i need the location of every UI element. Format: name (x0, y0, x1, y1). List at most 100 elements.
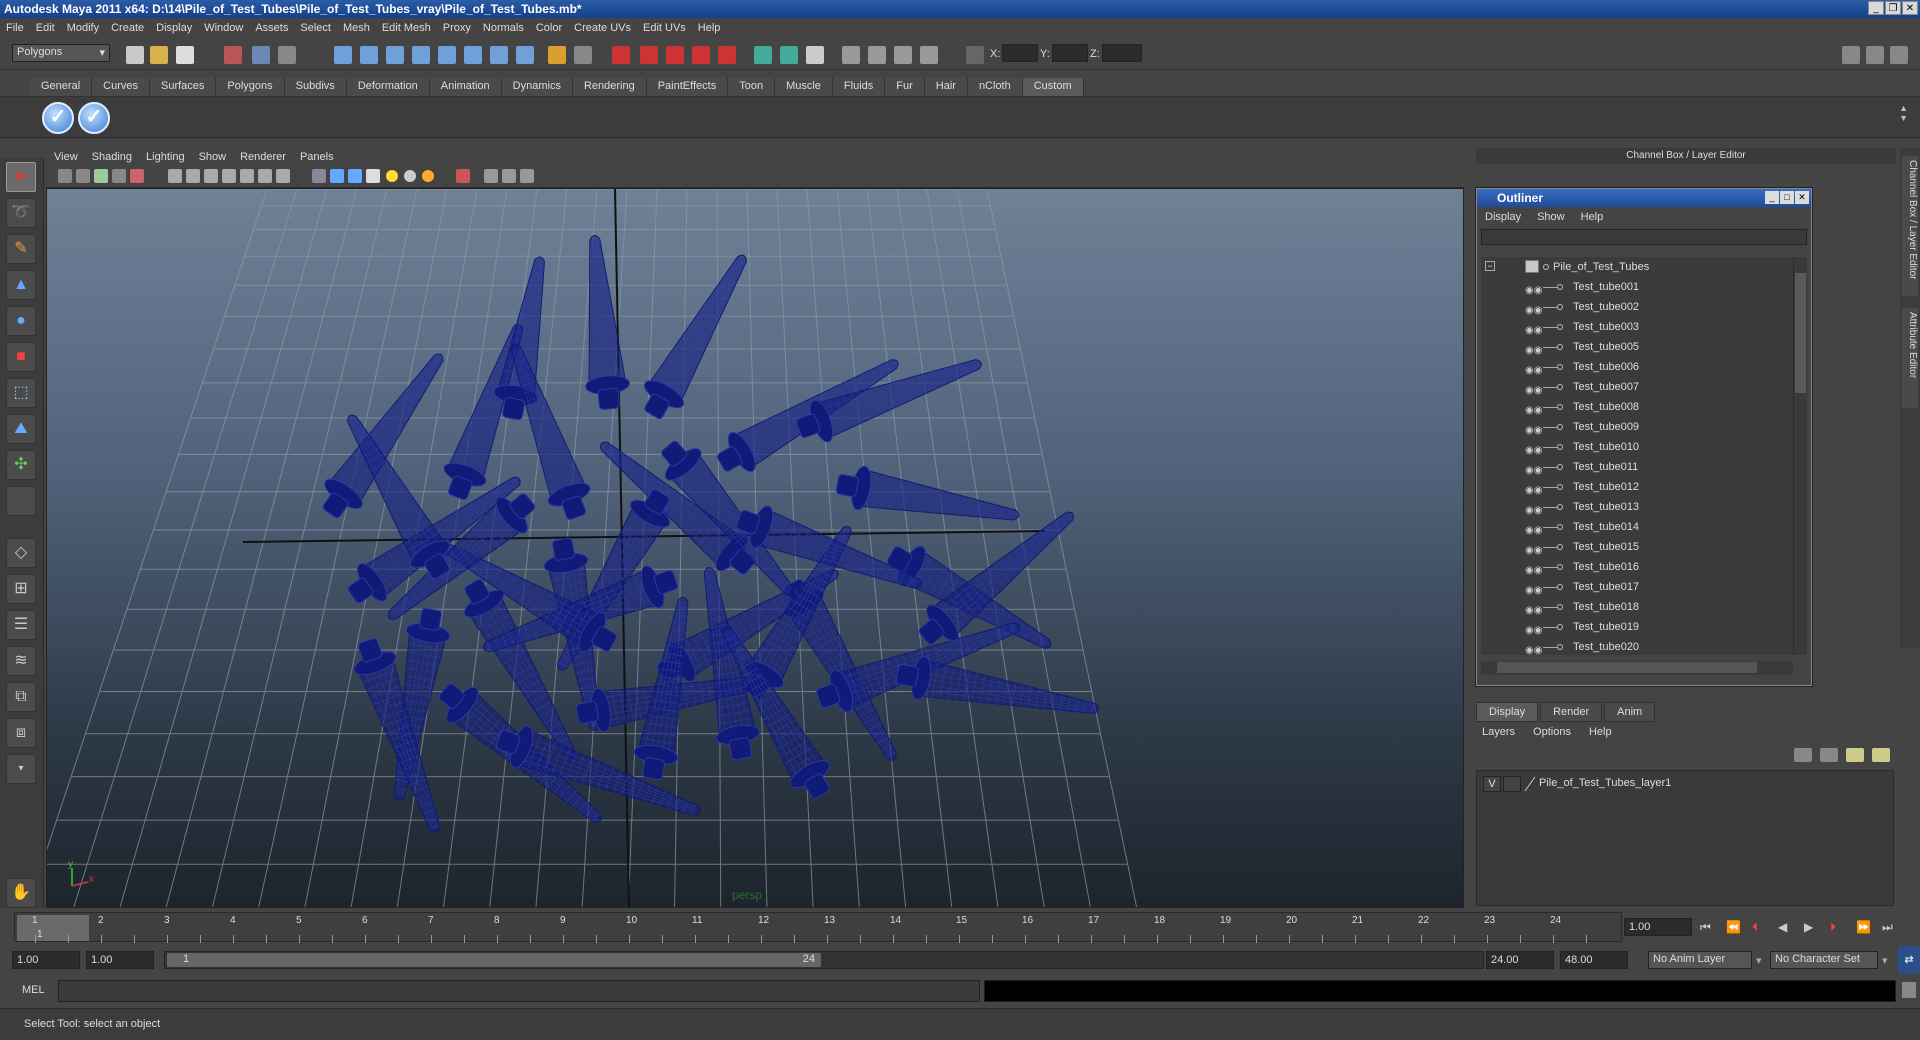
shelf-check-button-1[interactable]: ✓ (42, 102, 74, 134)
menu-edit-uvs[interactable]: Edit UVs (643, 22, 686, 34)
checker-icon[interactable] (366, 169, 380, 183)
shelf-tab-curves[interactable]: Curves (92, 78, 150, 96)
animation-start-field[interactable]: 1.00 (12, 951, 80, 969)
close-icon[interactable]: ✕ (1902, 1, 1918, 15)
cube-wire-icon[interactable] (312, 169, 326, 183)
outliner-item-row[interactable]: ◉◉ Test_tube015 (1481, 537, 1793, 557)
single-perspective-layout-icon[interactable]: ◇ (6, 538, 36, 568)
character-set-selector[interactable]: No Character Set (1770, 951, 1878, 969)
shelf-tab-surfaces[interactable]: Surfaces (149, 78, 217, 96)
shelf-tab-general[interactable]: General (30, 78, 93, 96)
range-slider-handle[interactable]: 1 24 (167, 953, 821, 967)
quick-layout-icon[interactable]: ✋ (6, 878, 36, 908)
lock-icon[interactable] (548, 46, 566, 64)
outliner-item-row[interactable]: ◉◉ Test_tube006 (1481, 357, 1793, 377)
outliner-item-row[interactable]: ◉◉ Test_tube001 (1481, 277, 1793, 297)
menu-edit[interactable]: Edit (36, 22, 55, 34)
shelf-check-button-2[interactable]: ✓ (78, 102, 110, 134)
layer-menu-options[interactable]: Options (1531, 724, 1573, 740)
step-forward-key-icon[interactable]: ⏵ (1830, 920, 1836, 935)
outliner-horizontal-scrollbar[interactable] (1481, 661, 1793, 675)
snap-plane-icon[interactable] (412, 46, 430, 64)
last-tool-icon[interactable] (6, 486, 36, 516)
smooth-shade-icon[interactable] (186, 169, 200, 183)
shelf-tab-dynamics[interactable]: Dynamics (501, 78, 573, 96)
select-object-icon[interactable] (252, 46, 270, 64)
select-tool-icon[interactable]: ➤ (6, 162, 36, 192)
playback-start-field[interactable]: 1.00 (86, 951, 154, 969)
move-layer-down-icon[interactable] (1820, 748, 1838, 762)
clipboard-icon[interactable] (806, 46, 824, 64)
outliner-item-row[interactable]: ◉◉ Test_tube012 (1481, 477, 1793, 497)
outliner-item-row[interactable]: ◉◉ Test_tube019 (1481, 617, 1793, 637)
outliner-item-row[interactable]: ◉◉ Test_tube010 (1481, 437, 1793, 457)
lasso-tool-icon[interactable]: ➰ (6, 198, 36, 228)
hypershade-icon[interactable] (692, 46, 710, 64)
outliner-item-row[interactable]: ◉◉ Test_tube005 (1481, 337, 1793, 357)
layer-row[interactable]: V Pile_of_Test_Tubes_layer1 (1479, 775, 1893, 793)
shelf-tab-hair[interactable]: Hair (924, 78, 968, 96)
menu-normals[interactable]: Normals (483, 22, 524, 34)
command-input[interactable] (58, 980, 980, 1002)
all-lights-icon[interactable] (404, 170, 416, 182)
make-live-icon[interactable] (438, 46, 456, 64)
menu-help[interactable]: Help (698, 22, 721, 34)
outliner-filter-input[interactable] (1481, 229, 1807, 245)
go-to-end-icon[interactable]: ⏭ (1882, 920, 1893, 935)
range-slider[interactable]: 1 24 (164, 951, 1484, 969)
safe-action-icon[interactable] (502, 169, 516, 183)
outliner-menu-display[interactable]: Display (1485, 211, 1521, 223)
rotate-tool-icon[interactable]: ● (6, 306, 36, 336)
restore-icon[interactable]: ❐ (1885, 1, 1901, 15)
bookmark-icon[interactable] (76, 169, 90, 183)
scale-tool-icon[interactable]: ■ (6, 342, 36, 372)
batch-render-icon[interactable] (894, 46, 912, 64)
cube-shaded-icon[interactable] (330, 169, 344, 183)
toggle-channel-box-icon[interactable] (1890, 46, 1908, 64)
more-layouts-icon[interactable]: ▾ (6, 754, 36, 784)
outliner-layout-icon[interactable]: ☰ (6, 610, 36, 640)
script-editor-icon[interactable] (1902, 982, 1916, 998)
selected-lights-icon[interactable] (422, 170, 434, 182)
layout-icon[interactable] (780, 46, 798, 64)
shelf-tab-ncloth[interactable]: nCloth (967, 78, 1023, 96)
outliner-menu-show[interactable]: Show (1537, 211, 1565, 223)
playback-end-field[interactable]: 24.00 (1486, 951, 1554, 969)
toggle-attribute-editor-icon[interactable] (1842, 46, 1860, 64)
default-light-icon[interactable] (386, 170, 398, 182)
y-field[interactable] (1052, 44, 1088, 62)
step-back-key-icon[interactable]: ⏴ (1752, 920, 1758, 935)
ipr-render-icon[interactable] (640, 46, 658, 64)
layer-visibility-toggle[interactable]: V (1483, 776, 1501, 792)
new-layer-icon[interactable] (1846, 748, 1864, 762)
move-tool-icon[interactable]: ▲ (6, 270, 36, 300)
panel-menu-panels[interactable]: Panels (300, 151, 334, 163)
shelf-tab-fluids[interactable]: Fluids (832, 78, 886, 96)
four-view-layout-icon[interactable]: ⊞ (6, 574, 36, 604)
outliner-item-row[interactable]: ◉◉ Test_tube011 (1481, 457, 1793, 477)
cube-textured-icon[interactable] (348, 169, 362, 183)
current-frame-indicator[interactable]: 1 (17, 915, 89, 941)
wireframe-icon[interactable] (168, 169, 182, 183)
layer-color-icon[interactable] (1523, 776, 1537, 792)
outliner-item-row[interactable]: ◉◉ Test_tube009 (1481, 417, 1793, 437)
resolution-gate-icon[interactable] (484, 169, 498, 183)
image-plane-icon[interactable] (94, 169, 108, 183)
snap-point-icon[interactable] (386, 46, 404, 64)
outliner-close-icon[interactable]: ✕ (1795, 191, 1809, 204)
text-icon[interactable] (276, 169, 290, 183)
new-layer-from-selection-icon[interactable] (1872, 748, 1890, 762)
panel-menu-view[interactable]: View (54, 151, 78, 163)
minimize-icon[interactable]: _ (1868, 1, 1884, 15)
move-layer-up-icon[interactable] (1794, 748, 1812, 762)
selection-mask-icon[interactable] (574, 46, 592, 64)
textured-icon[interactable] (222, 169, 236, 183)
layer-tab-display[interactable]: Display (1476, 702, 1539, 722)
menu-edit-mesh[interactable]: Edit Mesh (382, 22, 431, 34)
panel-menu-shading[interactable]: Shading (92, 151, 132, 163)
shelf-tab-muscle[interactable]: Muscle (775, 78, 833, 96)
open-scene-icon[interactable] (150, 46, 168, 64)
snap-grid-icon[interactable] (334, 46, 352, 64)
menu-display[interactable]: Display (156, 22, 192, 34)
wireframe-on-shaded-icon[interactable] (204, 169, 218, 183)
